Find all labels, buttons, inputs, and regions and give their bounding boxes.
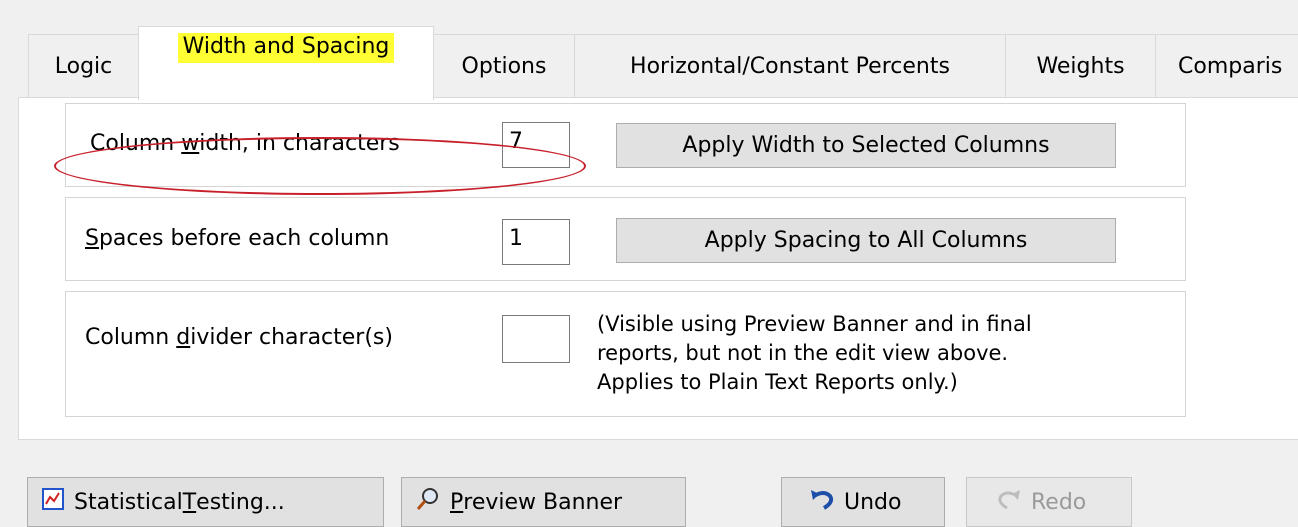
column-divider-input[interactable]: [502, 315, 570, 363]
spaces-before-label-mnemonic: S: [85, 226, 99, 251]
tab-weights-label: Weights: [1036, 54, 1125, 79]
note-line-1: (Visible using Preview Banner and in fin…: [597, 312, 1032, 336]
column-width-label: Column width, in characters: [90, 131, 400, 156]
column-width-input[interactable]: 7: [502, 122, 570, 168]
preview-banner-label-mnemonic: P: [450, 489, 464, 515]
statistical-testing-label-post: esting...: [196, 489, 285, 515]
magnifier-icon: [416, 487, 440, 517]
statistical-testing-label-pre: Statistical: [74, 489, 183, 515]
column-divider-note: (Visible using Preview Banner and in fin…: [597, 310, 1032, 397]
statistical-testing-label-mnemonic: T: [182, 489, 197, 515]
column-divider-label-post: ivider character(s): [190, 325, 393, 350]
preview-banner-label-post: review Banner: [463, 489, 623, 515]
column-width-label-mnemonic: w: [181, 131, 200, 156]
column-divider-label: Column divider character(s): [85, 325, 393, 350]
note-line-2: reports, but not in the edit view above.: [597, 341, 1009, 365]
column-divider-label-mnemonic: d: [176, 325, 191, 350]
spaces-before-label-post: paces before each column: [98, 226, 390, 251]
column-width-group: Column width, in characters 7 Apply Widt…: [65, 103, 1186, 187]
column-divider-label-pre: Column: [85, 325, 177, 350]
column-width-label-pre: Column: [90, 131, 182, 156]
apply-spacing-button-label: Apply Spacing to All Columns: [704, 228, 1028, 253]
apply-spacing-button[interactable]: Apply Spacing to All Columns: [616, 218, 1116, 263]
spacing-group: Spaces before each column 1 Apply Spacin…: [65, 197, 1186, 281]
width-spacing-panel: Column width, in characters 7 Apply Widt…: [18, 97, 1298, 440]
tab-options[interactable]: Options: [433, 34, 575, 98]
redo-label: Redo: [1031, 489, 1087, 515]
note-line-3: Applies to Plain Text Reports only.): [597, 370, 958, 394]
redo-arrow-icon: [997, 488, 1021, 516]
tab-horizontal-constant-percents[interactable]: Horizontal/Constant Percents: [574, 34, 1006, 98]
undo-button[interactable]: Undo: [781, 477, 945, 527]
spaces-before-input[interactable]: 1: [502, 219, 570, 265]
undo-label: Undo: [844, 489, 902, 515]
tab-width-and-spacing-label: Width and Spacing: [177, 33, 395, 63]
column-divider-group: Column divider character(s) (Visible usi…: [65, 291, 1186, 417]
chart-icon: [42, 488, 64, 516]
apply-width-button[interactable]: Apply Width to Selected Columns: [616, 123, 1116, 168]
tab-width-and-spacing[interactable]: Width and Spacing: [138, 26, 434, 100]
tab-weights[interactable]: Weights: [1005, 34, 1156, 98]
tab-comparisons-label: Comparis: [1178, 54, 1283, 79]
statistical-testing-button[interactable]: Statistical Testing...: [27, 477, 384, 527]
column-width-label-post: idth, in characters: [199, 131, 400, 156]
redo-button[interactable]: Redo: [966, 477, 1132, 527]
spaces-before-label: Spaces before each column: [85, 226, 389, 251]
tab-horizontal-label: Horizontal/Constant Percents: [630, 54, 950, 79]
tab-options-label: Options: [461, 54, 547, 79]
tab-logic-label: Logic: [54, 54, 113, 79]
tab-logic[interactable]: Logic: [28, 34, 139, 98]
preview-banner-button[interactable]: Preview Banner: [401, 477, 686, 527]
tab-comparisons[interactable]: Comparis: [1155, 34, 1298, 98]
apply-width-button-label: Apply Width to Selected Columns: [682, 133, 1050, 158]
undo-arrow-icon: [810, 488, 834, 516]
